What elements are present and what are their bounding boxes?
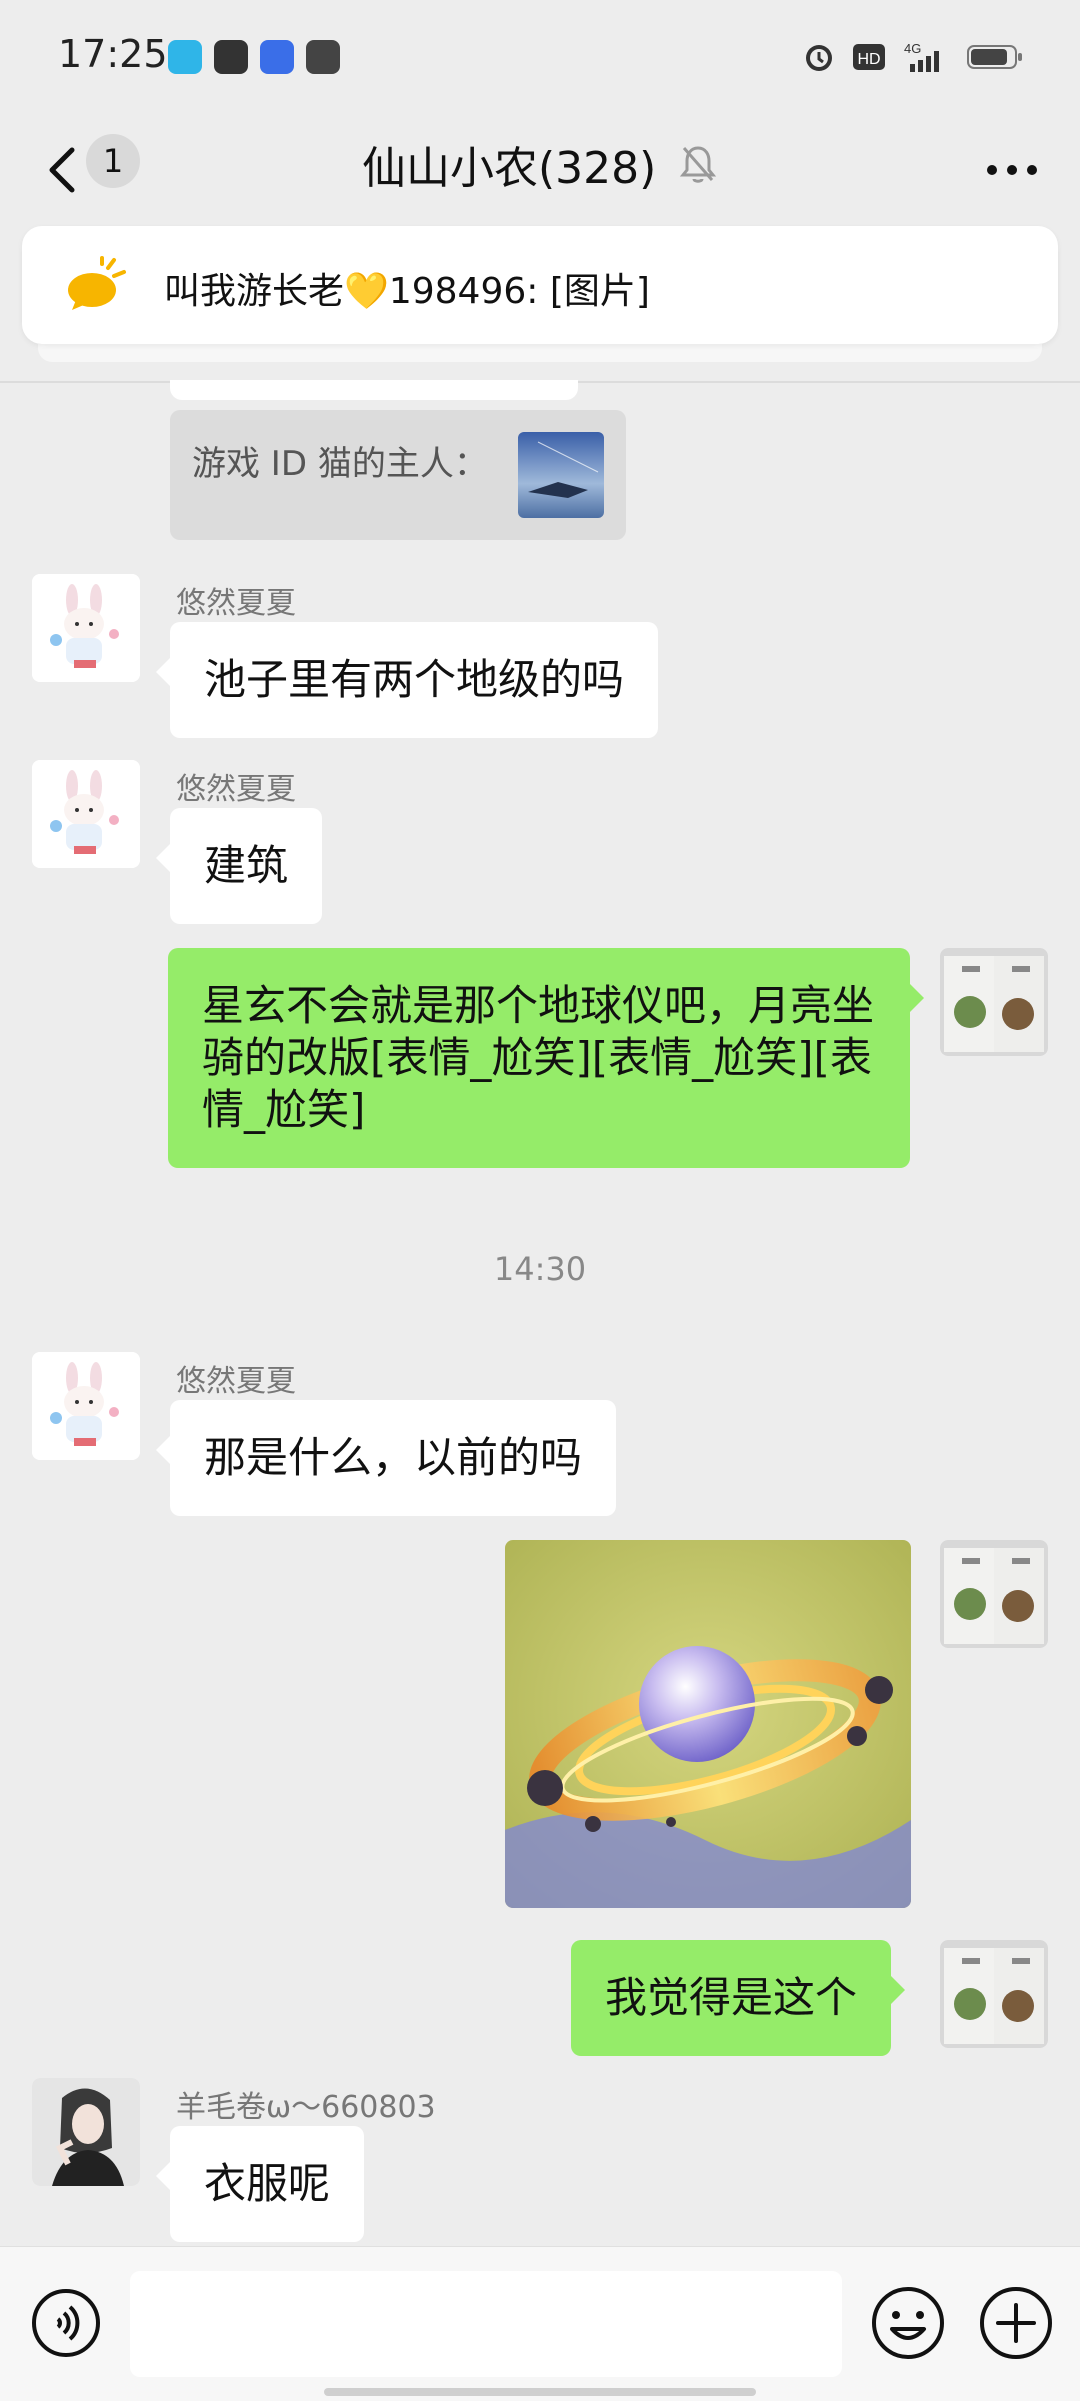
message-text: 建筑: [204, 841, 289, 890]
message-text: 池子里有两个地级的吗: [204, 655, 625, 704]
emoji-icon[interactable]: [870, 2285, 946, 2361]
status-right: HD 4G: [802, 40, 1024, 74]
partial-message-bubble: [170, 380, 578, 400]
sender-name: 羊毛卷ω～660803: [176, 2090, 436, 2125]
my-avatar[interactable]: [940, 948, 1048, 1056]
unread-count-badge[interactable]: 1: [86, 134, 140, 188]
status-bar: 17:25 HD 4G: [0, 0, 1080, 120]
home-indicator[interactable]: [324, 2388, 756, 2396]
message-bubble[interactable]: 建筑: [155, 808, 323, 924]
message-text: 我觉得是这个: [605, 1973, 858, 2022]
avatar[interactable]: [32, 2078, 140, 2186]
sender-name: 悠然夏夏: [176, 1364, 296, 1399]
speech-bubble-icon: [68, 256, 126, 310]
message-text: 那是什么，以前的吗: [204, 1433, 583, 1482]
message-bubble[interactable]: 池子里有两个地级的吗: [155, 622, 659, 738]
my-avatar[interactable]: [940, 1540, 1048, 1648]
quoted-reply-card[interactable]: 游戏 ID 猫的主人：: [170, 410, 626, 540]
sender-name: 悠然夏夏: [176, 772, 296, 807]
input-bar: [0, 2246, 1080, 2401]
image-message[interactable]: [505, 1540, 911, 1908]
mute-bell-icon: [680, 146, 717, 183]
fan-app-icon: [306, 40, 340, 74]
avatar[interactable]: [32, 1352, 140, 1460]
my-avatar[interactable]: [940, 1940, 1048, 2048]
battery-icon: [967, 45, 1022, 69]
chat-title-area[interactable]: 仙山小农(328): [362, 132, 718, 196]
message-bubble[interactable]: 衣服呢: [155, 2126, 365, 2242]
message-input[interactable]: [130, 2271, 842, 2377]
svg-text:HD: HD: [857, 51, 880, 68]
baidu-app-icon: [260, 40, 294, 74]
voice-icon[interactable]: [30, 2287, 102, 2359]
quoted-text: 游戏 ID 猫的主人：: [192, 444, 488, 484]
timestamp: 14:30: [493, 1250, 587, 1288]
music-app-icon: [214, 40, 248, 74]
chat-header: 1 仙山小农(328): [0, 120, 1080, 220]
message-text: 星玄不会就是那个地球仪吧，月亮坐骑的改版[表情_尬笑][表情_尬笑][表情_尬笑…: [202, 981, 875, 1134]
quoted-image-thumbnail[interactable]: [518, 432, 604, 518]
pinned-message[interactable]: 叫我游长老💛198496: [图片]: [22, 226, 1058, 344]
plus-icon[interactable]: [978, 2285, 1054, 2361]
signal-icon: 4G: [904, 41, 939, 72]
message-bubble[interactable]: 那是什么，以前的吗: [155, 1400, 617, 1516]
status-time: 17:25: [58, 32, 168, 76]
pinned-text: 叫我游长老💛198496: [图片]: [164, 271, 650, 312]
pinned-shadow: [38, 344, 1042, 362]
notification-app-icon: [168, 40, 202, 74]
more-icon[interactable]: [982, 140, 1042, 200]
sender-name: 悠然夏夏: [176, 586, 296, 621]
hd-icon: HD: [853, 44, 885, 70]
notification-icons: [168, 40, 340, 74]
svg-text:4G: 4G: [904, 41, 921, 56]
message-bubble-outgoing[interactable]: 我觉得是这个: [571, 1940, 906, 2056]
message-text: 衣服呢: [204, 2159, 331, 2208]
alarm-icon: [806, 45, 832, 71]
avatar[interactable]: [32, 760, 140, 868]
chat-title: 仙山小农(328): [362, 143, 657, 194]
avatar[interactable]: [32, 574, 140, 682]
message-bubble-outgoing[interactable]: 星玄不会就是那个地球仪吧，月亮坐骑的改版[表情_尬笑][表情_尬笑][表情_尬笑…: [168, 948, 924, 1168]
